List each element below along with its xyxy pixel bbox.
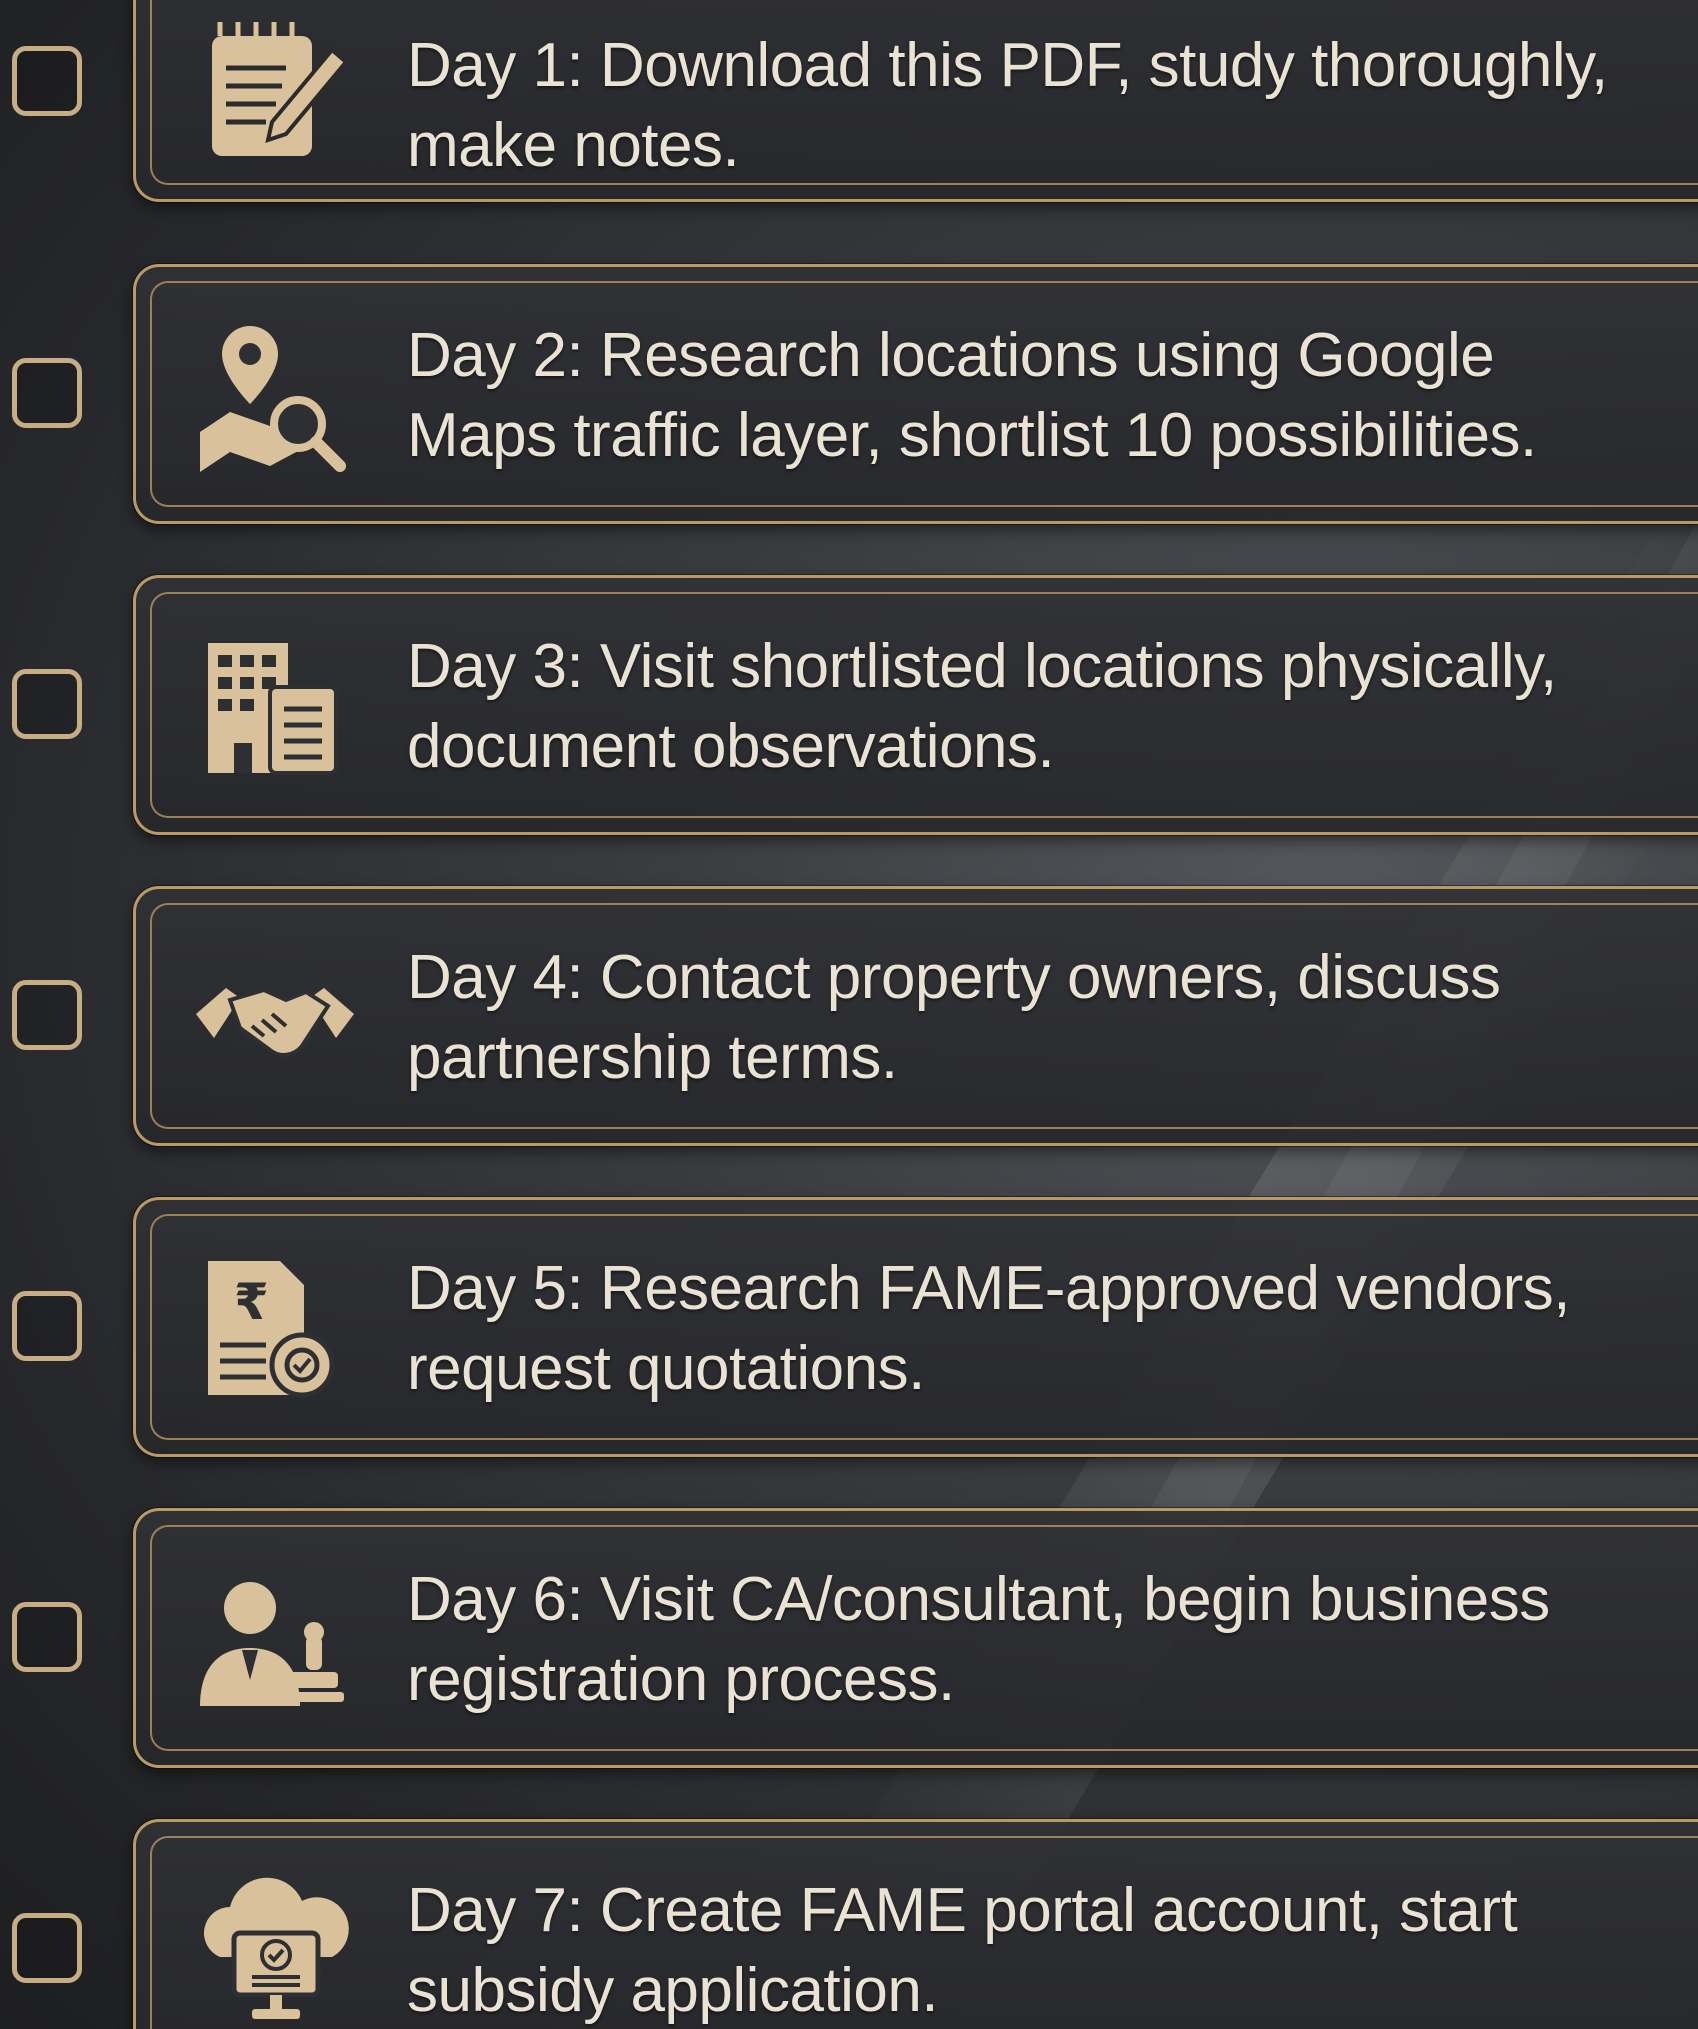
rupee-quotation-icon: ₹	[190, 1245, 360, 1415]
task-row: Day 4: Contact property owners, discuss …	[0, 862, 1698, 1152]
task-text: Day 3: Visit shortlisted locations physi…	[407, 632, 1557, 781]
handshake-icon	[190, 934, 360, 1104]
map-search-icon	[190, 312, 360, 482]
notepad-pencil-icon	[190, 8, 360, 178]
cloud-computer-icon	[190, 1867, 360, 2029]
task-checkbox[interactable]	[12, 669, 82, 739]
task-row: Day 1: Download this PDF, study thorough…	[0, 0, 1698, 218]
task-row: Day 3: Visit shortlisted locations physi…	[0, 551, 1698, 841]
task-checkbox[interactable]	[12, 980, 82, 1050]
task-text: Day 1: Download this PDF, study thorough…	[407, 31, 1608, 180]
task-checkbox[interactable]	[12, 1291, 82, 1361]
task-text: Day 6: Visit CA/consultant, begin busine…	[407, 1565, 1550, 1714]
task-row: Day 2: Research locations using Google M…	[0, 240, 1698, 530]
task-text: Day 5: Research FAME-approved vendors, r…	[407, 1254, 1571, 1403]
checklist-page: Day 1: Download this PDF, study thorough…	[0, 0, 1698, 2029]
task-checkbox[interactable]	[12, 358, 82, 428]
task-row: Day 7: Create FAME portal account, start…	[0, 1795, 1698, 2029]
task-text: Day 7: Create FAME portal account, start…	[407, 1876, 1518, 2025]
task-row: ₹ Day 5: Research FAME-approved vendors,…	[0, 1173, 1698, 1463]
task-checkbox[interactable]	[12, 1602, 82, 1672]
consultant-stamp-icon	[190, 1556, 360, 1726]
task-checkbox[interactable]	[12, 1913, 82, 1983]
task-text: Day 2: Research locations using Google M…	[407, 321, 1537, 470]
building-document-icon	[190, 623, 360, 793]
task-text: Day 4: Contact property owners, discuss …	[407, 943, 1501, 1092]
svg-text:₹: ₹	[234, 1273, 269, 1331]
task-row: Day 6: Visit CA/consultant, begin busine…	[0, 1484, 1698, 1774]
task-checkbox[interactable]	[12, 46, 82, 116]
